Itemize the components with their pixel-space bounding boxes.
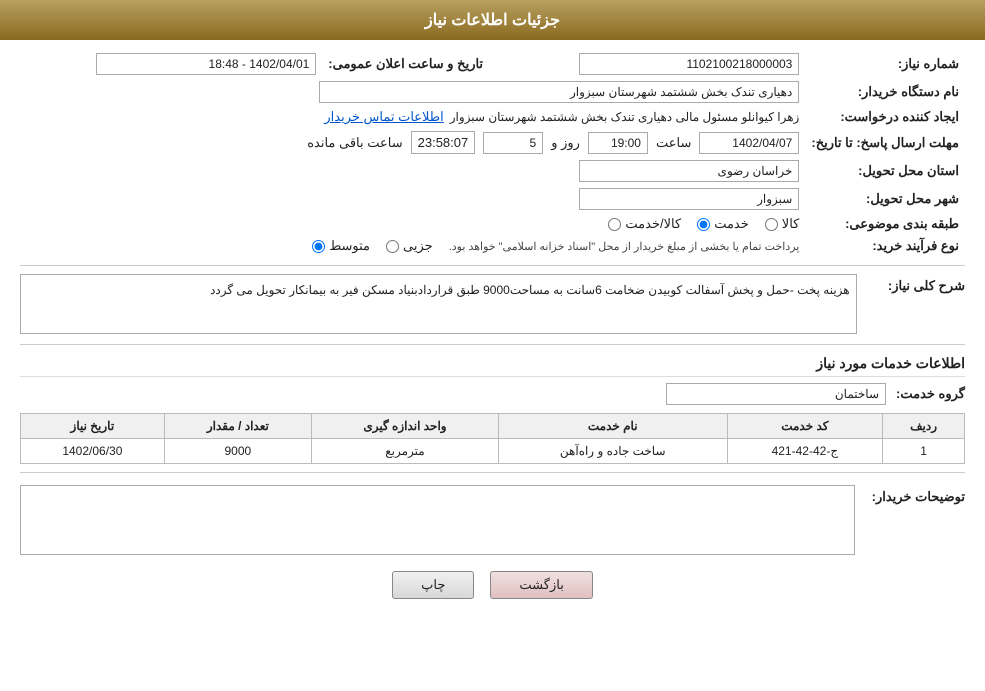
response-days-input[interactable]: [483, 132, 543, 154]
need-number-row: شماره نیاز: تاریخ و ساعت اعلان عمومی:: [20, 50, 965, 78]
category-row: طبقه بندی موضوعی: کالا خدمت: [20, 213, 965, 235]
contact-link[interactable]: اطلاعات تماس خریدار: [324, 109, 443, 125]
response-deadline-cell: ساعت روز و 23:58:07 ساعت باقی مانده: [20, 128, 805, 157]
category-kala-label: کالا: [782, 216, 800, 232]
services-section-title: اطلاعات خدمات مورد نیاز: [20, 355, 965, 377]
requester-org-row: نام دستگاه خریدار:: [20, 78, 965, 106]
divider-1: [20, 265, 965, 266]
announcement-date-cell: [20, 50, 322, 78]
col-deadline: تاریخ نیاز: [21, 414, 165, 439]
cell-unit: مترمربع: [312, 439, 499, 464]
col-service-name: نام خدمت: [498, 414, 727, 439]
need-number-label: شماره نیاز:: [805, 50, 965, 78]
procurement-row: نوع فرآیند خرید: جزیی متوسط: [20, 235, 965, 257]
general-desc-section: شرح کلی نیاز: هزینه پخت -حمل و پخش آسفال…: [20, 274, 965, 334]
city-cell: [20, 185, 805, 213]
buyer-notes-textarea[interactable]: [20, 485, 855, 555]
buttons-row: بازگشت چاپ: [20, 571, 965, 599]
buyer-notes-section: توضیحات خریدار:: [20, 485, 965, 555]
response-deadline-label: مهلت ارسال پاسخ: تا تاریخ:: [805, 128, 965, 157]
services-table-header: ردیف کد خدمت نام خدمت واحد اندازه گیری ت…: [21, 414, 965, 439]
service-group-input[interactable]: [666, 383, 886, 405]
procurement-jazii-radio[interactable]: [386, 240, 399, 253]
procurement-radio-group: جزیی متوسط: [312, 238, 433, 254]
creator-label: ایجاد کننده درخواست:: [805, 106, 965, 128]
procurement-jazii[interactable]: جزیی: [386, 238, 433, 254]
col-row-num: ردیف: [883, 414, 965, 439]
info-table: شماره نیاز: تاریخ و ساعت اعلان عمومی: نا…: [20, 50, 965, 257]
response-time-label: ساعت: [656, 135, 691, 151]
divider-3: [20, 472, 965, 473]
requester-org-cell: [20, 78, 805, 106]
category-kala-khadamat[interactable]: کالا/خدمت: [608, 216, 681, 232]
cell-quantity: 9000: [164, 439, 311, 464]
response-days-label: روز و: [551, 135, 580, 151]
procurement-mottavasset[interactable]: متوسط: [312, 238, 370, 254]
category-kala-radio[interactable]: [765, 218, 778, 231]
page-wrapper: جزئیات اطلاعات نیاز شماره نیاز: تاریخ و …: [0, 0, 985, 691]
category-kala-khadamat-label: کالا/خدمت: [625, 216, 681, 232]
general-desc-value: هزینه پخت -حمل و پخش آسفالت کوبیدن ضخامت…: [20, 274, 857, 334]
cell-deadline: 1402/06/30: [21, 439, 165, 464]
category-khadamat[interactable]: خدمت: [697, 216, 749, 232]
col-service-code: کد خدمت: [727, 414, 883, 439]
city-input[interactable]: [579, 188, 799, 210]
page-title: جزئیات اطلاعات نیاز: [425, 12, 560, 29]
cell-service-name: ساخت جاده و راه‌آهن: [498, 439, 727, 464]
col-quantity: تعداد / مقدار: [164, 414, 311, 439]
response-remaining-value: 23:58:07: [411, 131, 476, 154]
buyer-notes-label: توضیحات خریدار:: [865, 489, 965, 505]
cell-row-num: 1: [883, 439, 965, 464]
response-remaining-label: ساعت باقی مانده: [307, 135, 402, 151]
procurement-mottavasset-radio[interactable]: [312, 240, 325, 253]
service-group-row: گروه خدمت:: [20, 383, 965, 405]
procurement-mottavasset-label: متوسط: [329, 238, 370, 254]
procurement-label: نوع فرآیند خرید:: [805, 235, 965, 257]
category-khadamat-label: خدمت: [714, 216, 749, 232]
print-button[interactable]: چاپ: [392, 571, 474, 599]
province-input[interactable]: [579, 160, 799, 182]
category-khadamat-radio[interactable]: [697, 218, 710, 231]
col-unit: واحد اندازه گیری: [312, 414, 499, 439]
category-label: طبقه بندی موضوعی:: [805, 213, 965, 235]
table-row: 1 ج-42-42-421 ساخت جاده و راه‌آهن مترمرب…: [21, 439, 965, 464]
creator-cell: زهرا کیوانلو مسئول مالی دهیاری تندک بخش …: [20, 106, 805, 128]
requester-org-label: نام دستگاه خریدار:: [805, 78, 965, 106]
page-header: جزئیات اطلاعات نیاز: [0, 0, 985, 40]
need-number-input[interactable]: [579, 53, 799, 75]
procurement-cell: جزیی متوسط پرداخت تمام یا بخشی از مبلغ خ…: [20, 235, 805, 257]
category-kala[interactable]: کالا: [765, 216, 800, 232]
province-row: استان محل تحویل:: [20, 157, 965, 185]
category-kala-khadamat-radio[interactable]: [608, 218, 621, 231]
announcement-date-input[interactable]: [96, 53, 316, 75]
province-label: استان محل تحویل:: [805, 157, 965, 185]
need-number-cell: [503, 50, 805, 78]
announcement-date-label: تاریخ و ساعت اعلان عمومی:: [322, 50, 503, 78]
city-row: شهر محل تحویل:: [20, 185, 965, 213]
procurement-jazii-label: جزیی: [403, 238, 433, 254]
creator-value: زهرا کیوانلو مسئول مالی دهیاری تندک بخش …: [450, 110, 800, 124]
procurement-note: پرداخت تمام یا بخشی از مبلغ خریدار از مح…: [449, 240, 800, 253]
services-table: ردیف کد خدمت نام خدمت واحد اندازه گیری ت…: [20, 413, 965, 464]
back-button[interactable]: بازگشت: [490, 571, 592, 599]
main-content: شماره نیاز: تاریخ و ساعت اعلان عمومی: نا…: [0, 40, 985, 619]
category-radio-group: کالا خدمت کالا/خدمت: [26, 216, 799, 232]
category-cell: کالا خدمت کالا/خدمت: [20, 213, 805, 235]
creator-row: ایجاد کننده درخواست: زهرا کیوانلو مسئول …: [20, 106, 965, 128]
response-deadline-row: مهلت ارسال پاسخ: تا تاریخ: ساعت روز و 23…: [20, 128, 965, 157]
cell-service-code: ج-42-42-421: [727, 439, 883, 464]
response-time-input[interactable]: [588, 132, 648, 154]
response-date-input[interactable]: [699, 132, 799, 154]
service-group-label: گروه خدمت:: [896, 386, 965, 402]
city-label: شهر محل تحویل:: [805, 185, 965, 213]
divider-2: [20, 344, 965, 345]
requester-org-input[interactable]: [319, 81, 799, 103]
general-desc-label: شرح کلی نیاز:: [867, 278, 965, 294]
province-cell: [20, 157, 805, 185]
